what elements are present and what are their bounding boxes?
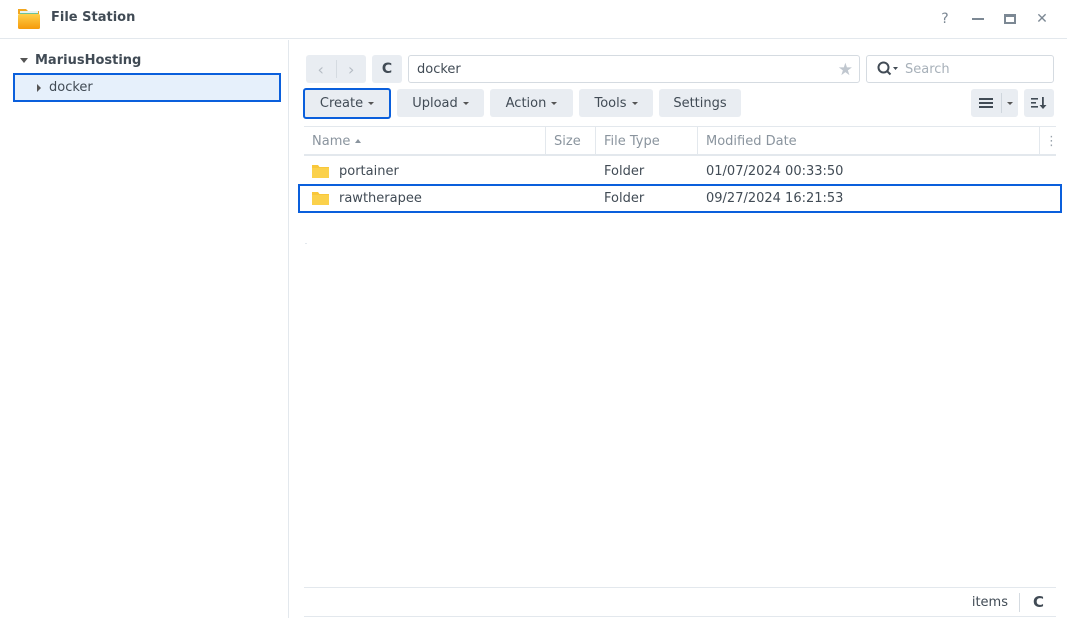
file-type-cell: Folder <box>604 164 645 179</box>
view-mode-button[interactable] <box>971 89 1018 117</box>
settings-label: Settings <box>673 95 727 111</box>
column-header-modified-date[interactable]: Modified Date <box>698 127 1040 155</box>
search-placeholder: Search <box>905 61 950 77</box>
minimize-button[interactable] <box>967 8 989 30</box>
dropdown-arrow-icon <box>462 101 469 105</box>
folder-icon <box>312 165 329 178</box>
column-label: File Type <box>604 133 660 149</box>
action-label: Action <box>505 95 547 111</box>
items-count-label: items <box>971 595 1008 610</box>
file-name: portainer <box>339 164 399 179</box>
chevron-right-icon: › <box>348 59 355 79</box>
path-value: docker <box>417 61 461 77</box>
history-nav: ‹ › <box>306 55 366 83</box>
path-input[interactable]: docker ★ <box>408 55 860 83</box>
name-cell: portainer <box>312 157 399 186</box>
refresh-icon[interactable]: C <box>1033 593 1044 611</box>
column-label: Name <box>312 133 351 149</box>
maximize-icon <box>1004 14 1016 24</box>
folder-icon <box>312 192 329 205</box>
caret-down-icon[interactable] <box>20 58 28 63</box>
modified-date-cell: 09/27/2024 16:21:53 <box>706 191 844 206</box>
file-name: rawtherapee <box>339 191 422 206</box>
refresh-button[interactable]: C <box>372 55 402 83</box>
close-button[interactable]: ✕ <box>1031 8 1053 30</box>
dropdown-arrow-icon <box>368 102 375 105</box>
caret-right-icon[interactable] <box>37 83 41 92</box>
refresh-icon: C <box>381 61 393 77</box>
column-options-button[interactable]: ⋮ <box>1040 127 1058 155</box>
column-label: Size <box>554 133 581 149</box>
tree-root-label: MariusHosting <box>35 53 142 68</box>
sort-ascending-icon <box>355 139 362 143</box>
title-bar: File Station ? ✕ <box>0 0 1067 39</box>
column-header-size[interactable]: Size <box>546 127 596 155</box>
chevron-left-icon: ‹ <box>317 59 324 79</box>
star-icon[interactable]: ★ <box>838 60 853 80</box>
dropdown-arrow-icon <box>551 101 558 105</box>
help-icon: ? <box>941 11 949 27</box>
search-input[interactable]: Search <box>866 55 1054 83</box>
sort-button[interactable] <box>1024 89 1054 117</box>
column-label: Modified Date <box>706 133 797 149</box>
action-button[interactable]: Action <box>490 89 573 117</box>
name-cell: rawtherapee <box>312 186 422 211</box>
sidebar-tree: MariusHosting docker <box>0 40 289 618</box>
help-button[interactable]: ? <box>934 8 956 30</box>
close-icon: ✕ <box>1036 11 1048 27</box>
dropdown-arrow-icon <box>631 101 638 105</box>
divider <box>1019 593 1020 612</box>
list-view-icon <box>979 98 993 108</box>
tree-item-docker[interactable]: docker <box>13 73 281 102</box>
tree-item-label: docker <box>49 80 93 95</box>
column-header-name[interactable]: Name <box>304 127 546 155</box>
table-row-selected[interactable]: rawtherapee Folder 09/27/2024 16:21:53 <box>298 184 1062 213</box>
search-icon[interactable] <box>877 61 899 77</box>
app-title: File Station <box>51 10 136 25</box>
tree-root-mariushosting[interactable]: MariusHosting <box>20 53 141 68</box>
divider <box>305 243 307 244</box>
create-button[interactable]: Create <box>303 88 391 119</box>
divider <box>1001 93 1002 113</box>
forward-button[interactable]: › <box>337 55 367 83</box>
maximize-button[interactable] <box>999 8 1021 30</box>
table-row[interactable]: portainer Folder 01/07/2024 00:33:50 <box>304 157 1056 186</box>
sort-icon <box>1031 97 1047 109</box>
file-station-app-icon <box>18 9 40 29</box>
minimize-icon <box>972 18 984 20</box>
table-header: Name Size File Type Modified Date ⋮ <box>304 126 1058 156</box>
file-type-cell: Folder <box>604 191 645 206</box>
upload-button[interactable]: Upload <box>397 89 484 117</box>
tools-button[interactable]: Tools <box>579 89 653 117</box>
create-label: Create <box>319 96 364 111</box>
more-vertical-icon: ⋮ <box>1045 133 1058 149</box>
dropdown-arrow-icon[interactable] <box>1007 101 1013 105</box>
status-bar: items C <box>304 587 1056 617</box>
modified-date-cell: 01/07/2024 00:33:50 <box>706 164 844 179</box>
tools-label: Tools <box>594 95 627 111</box>
column-header-file-type[interactable]: File Type <box>596 127 698 155</box>
settings-button[interactable]: Settings <box>659 89 741 117</box>
back-button[interactable]: ‹ <box>306 55 336 83</box>
upload-label: Upload <box>412 95 458 111</box>
